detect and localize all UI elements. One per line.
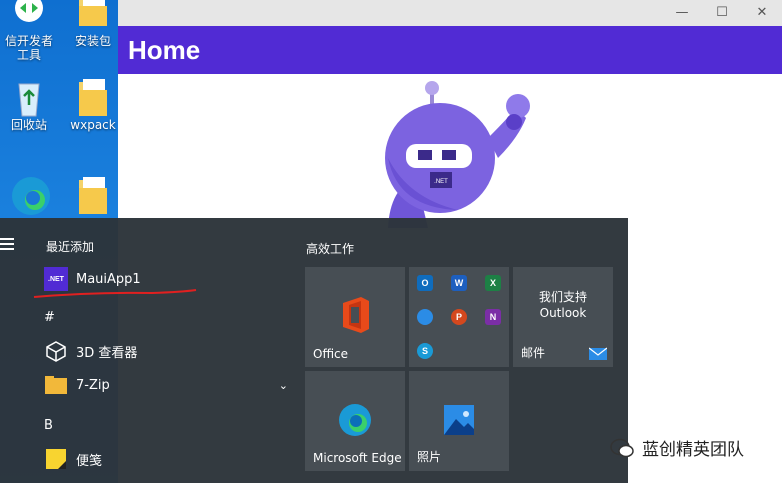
tile-office-apps[interactable]: O W X P N S — [409, 267, 509, 367]
start-menu: 最近添加 .NET MauiApp1 # 3D 查看器 7-Zip ⌄ B 便笺… — [0, 218, 628, 483]
office-icon — [343, 297, 369, 333]
photos-icon — [444, 405, 474, 435]
folder-icon — [75, 0, 111, 30]
app-item-sticky-notes[interactable]: 便笺 — [44, 444, 102, 474]
skype-icon: S — [417, 343, 433, 359]
desktop-icon-label: 安装包 — [74, 34, 111, 48]
tile-edge[interactable]: Microsoft Edge — [305, 371, 405, 471]
letter-index-hash[interactable]: # — [44, 302, 55, 332]
desktop-icon-label: 回收站 — [10, 118, 47, 132]
tile-outlook-line1: 我们支持 — [538, 290, 587, 304]
app-item-label: 7-Zip — [76, 377, 110, 393]
tile-label: Office — [313, 347, 349, 361]
tile-label: 照片 — [417, 450, 442, 464]
desktop-icon-recycle-bin[interactable]: 回收站 — [0, 78, 58, 132]
letter-index-label: B — [44, 417, 53, 433]
powerpoint-icon: P — [451, 309, 467, 325]
tiles-heading: 高效工作 — [306, 242, 355, 256]
red-underline-annotation — [33, 289, 197, 298]
excel-icon: X — [485, 275, 501, 291]
folder-icon — [75, 78, 111, 116]
desktop-icon-label: wxpack — [70, 118, 116, 132]
tile-photos[interactable]: 照片 — [409, 371, 509, 471]
cube-icon — [44, 339, 68, 363]
folder-icon — [75, 176, 111, 214]
letter-index-b[interactable]: B — [44, 410, 53, 440]
desktop-icon-wxpack[interactable]: wxpack — [64, 78, 122, 132]
watermark: 蓝创精英团队 — [610, 435, 744, 460]
tile-label: 邮件 — [521, 346, 546, 360]
chevron-down-icon[interactable]: ⌄ — [279, 379, 288, 392]
app-item-3d-viewer[interactable]: 3D 查看器 — [44, 336, 137, 366]
maximize-button[interactable]: ☐ — [702, 0, 742, 26]
outlook-icon: O — [417, 275, 433, 291]
devtools-icon — [11, 0, 47, 30]
app-item-7zip[interactable]: 7-Zip ⌄ — [44, 370, 288, 400]
wechat-icon — [610, 438, 634, 457]
desktop-icon-edge[interactable] — [0, 176, 58, 216]
title-bar: — ☐ ✕ — [118, 0, 782, 26]
app-item-label: MauiApp1 — [76, 271, 141, 287]
mail-icon — [589, 347, 607, 360]
close-button[interactable]: ✕ — [742, 0, 782, 26]
edge-icon — [339, 404, 371, 436]
tile-outlook-line2: Outlook — [539, 306, 587, 320]
word-icon: W — [451, 275, 467, 291]
svg-text:.NET: .NET — [434, 179, 448, 185]
sticky-notes-icon — [44, 447, 68, 471]
tile-office[interactable]: Office — [305, 267, 405, 367]
app-item-label: 3D 查看器 — [76, 345, 138, 361]
hamburger-menu-icon[interactable] — [0, 238, 14, 253]
folder-icon — [44, 373, 68, 397]
watermark-text: 蓝创精英团队 — [642, 440, 744, 460]
onedrive-icon — [417, 309, 433, 325]
page-title: Home — [118, 26, 782, 74]
recycle-bin-icon — [11, 78, 47, 117]
edge-icon — [11, 176, 50, 215]
onenote-icon: N — [485, 309, 501, 325]
tile-outlook-message: 我们支持 Outlook — [513, 289, 613, 321]
desktop-icon-folder[interactable] — [64, 176, 122, 216]
minimize-button[interactable]: — — [662, 0, 702, 26]
letter-index-label: # — [44, 309, 55, 325]
tile-mail[interactable]: 我们支持 Outlook 邮件 — [513, 267, 613, 367]
desktop-icon-devtools[interactable]: 信开发者工具 — [0, 0, 58, 62]
desktop-icon-installers[interactable]: 安装包 — [64, 0, 122, 48]
dotnet-bot-image: .NET — [368, 78, 538, 232]
desktop-icon-label: 信开发者工具 — [4, 34, 53, 62]
tile-label: Microsoft Edge — [313, 451, 402, 465]
recent-heading: 最近添加 — [46, 240, 95, 254]
app-item-label: 便笺 — [76, 453, 103, 469]
